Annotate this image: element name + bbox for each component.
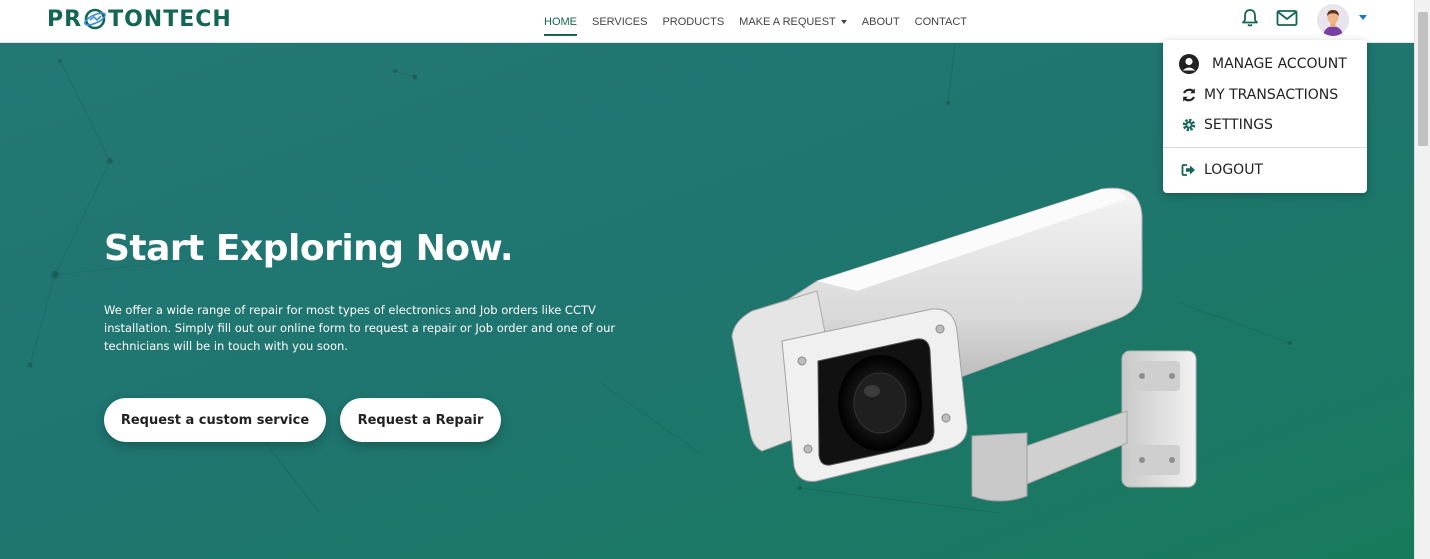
nav-about[interactable]: ABOUT xyxy=(862,0,900,43)
request-custom-service-button[interactable]: Request a custom service xyxy=(104,398,326,442)
menu-item-settings-label: SETTINGS xyxy=(1204,117,1273,133)
nav-contact[interactable]: CONTACT xyxy=(915,0,967,43)
menu-item-logout[interactable]: LOGOUT xyxy=(1163,156,1367,184)
menu-item-settings[interactable]: SETTINGS xyxy=(1163,111,1367,139)
nav-make-a-request-label: MAKE A REQUEST xyxy=(739,15,836,28)
request-repair-button[interactable]: Request a Repair xyxy=(340,398,501,442)
bell-icon[interactable] xyxy=(1240,8,1260,28)
page-scrollbar[interactable] xyxy=(1414,0,1430,559)
nav-about-label: ABOUT xyxy=(861,15,900,28)
cctv-camera-image xyxy=(731,187,1197,502)
logo-text-left: PR xyxy=(47,6,83,32)
caret-down-icon xyxy=(840,19,847,24)
nav-home-label: HOME xyxy=(544,15,577,28)
logo-text-right: TONTECH xyxy=(108,6,232,32)
scrollbar-thumb[interactable] xyxy=(1418,12,1428,146)
chevron-down-icon[interactable] xyxy=(1359,15,1367,20)
globe-logo-icon xyxy=(84,8,106,30)
main-nav: HOME SERVICES PRODUCTS MAKE A REQUEST AB… xyxy=(544,0,982,43)
user-circle-icon xyxy=(1174,53,1204,75)
menu-item-manage-account-label: MANAGE ACCOUNT xyxy=(1212,56,1347,72)
gear-icon xyxy=(1174,117,1204,133)
nav-home[interactable]: HOME xyxy=(544,0,577,43)
account-dropdown-menu: MANAGE ACCOUNT MY TRANSACTIONS SETTINGS … xyxy=(1163,40,1367,193)
brand-logo[interactable]: PR TONTECH xyxy=(47,4,232,34)
nav-products[interactable]: PRODUCTS xyxy=(662,0,724,43)
menu-item-manage-account[interactable]: MANAGE ACCOUNT xyxy=(1163,50,1367,78)
menu-item-logout-label: LOGOUT xyxy=(1204,162,1263,178)
nav-services-label: SERVICES xyxy=(592,15,648,28)
nav-products-label: PRODUCTS xyxy=(662,15,725,28)
menu-item-my-transactions-label: MY TRANSACTIONS xyxy=(1204,87,1339,103)
sync-icon xyxy=(1174,87,1204,103)
top-navbar: PR TONTECH HOME SERVICES PRODUCTS MAKE A… xyxy=(0,0,1414,43)
mail-icon[interactable] xyxy=(1276,9,1298,27)
avatar[interactable] xyxy=(1317,4,1349,36)
nav-contact-label: CONTACT xyxy=(914,15,968,28)
nav-make-a-request[interactable]: MAKE A REQUEST xyxy=(739,0,847,43)
menu-item-my-transactions[interactable]: MY TRANSACTIONS xyxy=(1163,81,1367,109)
logout-icon xyxy=(1174,163,1204,177)
hero-title: Start Exploring Now. xyxy=(104,228,514,269)
user-avatar-icon xyxy=(1317,4,1349,36)
hero-description: We offer a wide range of repair for most… xyxy=(104,303,616,353)
menu-divider xyxy=(1163,147,1367,148)
nav-services[interactable]: SERVICES xyxy=(592,0,647,43)
